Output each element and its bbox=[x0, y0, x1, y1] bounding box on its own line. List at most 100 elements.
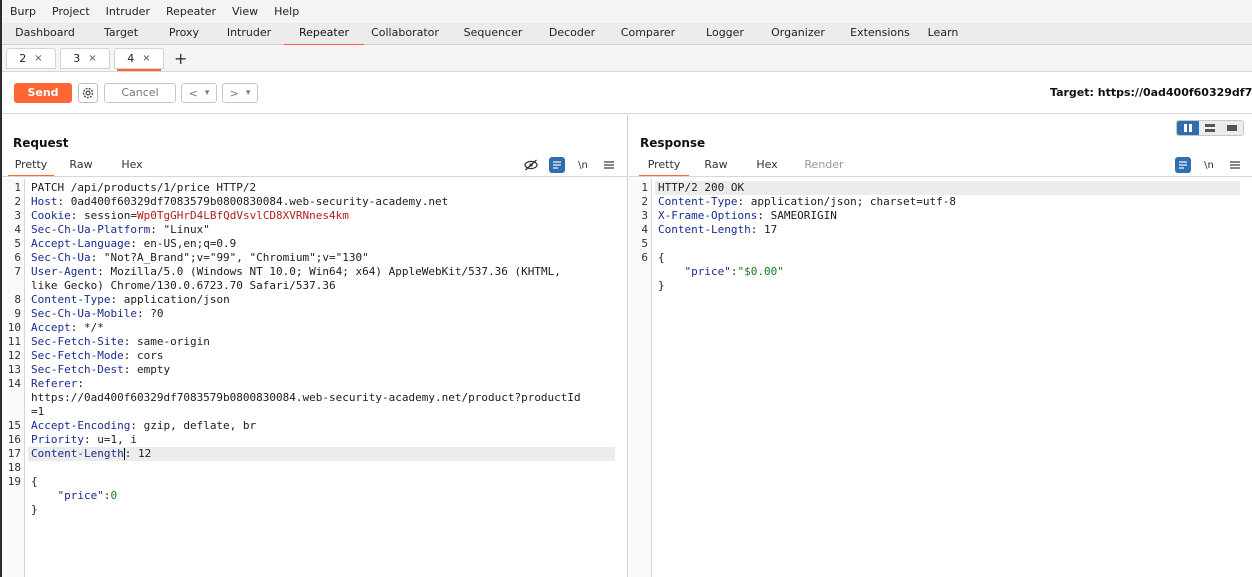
settings-button[interactable] bbox=[78, 83, 98, 103]
line-number: 6 bbox=[641, 251, 648, 264]
code-line: 13 Sec-Fetch-Dest: empty bbox=[2, 363, 627, 377]
tab-sequencer[interactable]: Sequencer bbox=[446, 23, 540, 45]
add-tab-button[interactable]: + bbox=[174, 49, 187, 68]
tab-comparer[interactable]: Comparer bbox=[604, 23, 692, 45]
line-value: : same-origin bbox=[123, 335, 210, 348]
line-text: X-Frame-Options: SAMEORIGIN bbox=[658, 209, 837, 223]
line-value: : application/json bbox=[110, 293, 230, 306]
line-number: 12 bbox=[7, 349, 21, 362]
code-line: 6{ bbox=[629, 251, 1252, 265]
tab-raw[interactable]: Raw bbox=[689, 156, 743, 176]
tab-collaborator[interactable]: Collaborator bbox=[364, 23, 446, 45]
line-number: 8 bbox=[14, 293, 21, 306]
line-value: : session= bbox=[70, 209, 137, 222]
repeater-tab[interactable]: 3 × bbox=[60, 47, 110, 69]
line-value: : bbox=[77, 377, 84, 390]
cancel-button[interactable]: Cancel bbox=[104, 83, 176, 103]
target-url[interactable]: Target: https://0ad400f60329df7083579 bbox=[1050, 86, 1252, 99]
line-number: 7 bbox=[14, 265, 21, 278]
line-text: Sec-Ch-Ua-Platform: "Linux" bbox=[31, 223, 210, 237]
tab-logger[interactable]: Logger bbox=[692, 23, 758, 45]
code-line: 1 HTTP/2 200 OK bbox=[629, 181, 1252, 195]
menu-view[interactable]: View bbox=[232, 5, 258, 18]
tab-repeater[interactable]: Repeater bbox=[284, 23, 364, 46]
header-name: Cookie bbox=[31, 209, 71, 222]
line-text: "price":0 bbox=[31, 489, 118, 503]
header-name: X-Frame-Options bbox=[658, 209, 758, 222]
hide-icon[interactable] bbox=[523, 157, 539, 173]
line-text: HTTP/2 200 OK bbox=[658, 181, 744, 195]
tab-dashboard[interactable]: Dashboard bbox=[2, 23, 88, 45]
send-button[interactable]: Send bbox=[14, 83, 72, 103]
line-text: Referer: bbox=[31, 377, 84, 391]
line-text: like Gecko) Chrome/130.0.6723.70 Safari/… bbox=[31, 279, 336, 293]
header-name: Sec-Ch-Ua bbox=[31, 251, 91, 264]
line-value: } bbox=[658, 279, 665, 292]
menu-help[interactable]: Help bbox=[274, 5, 299, 18]
code-line: 6 Sec-Ch-Ua: "Not?A_Brand";v="99", "Chrom… bbox=[2, 251, 627, 265]
menu-project[interactable]: Project bbox=[52, 5, 90, 18]
tab-render[interactable]: Render bbox=[791, 156, 857, 176]
wrap-lines-icon[interactable] bbox=[549, 157, 565, 173]
tab-raw[interactable]: Raw bbox=[54, 156, 108, 176]
tab-extensions[interactable]: Extensions bbox=[838, 23, 922, 45]
code-line: "price":0 bbox=[2, 489, 627, 503]
line-number: 5 bbox=[641, 237, 648, 250]
forward-button[interactable]: > ▾ bbox=[222, 83, 258, 103]
json-key: "price" bbox=[57, 489, 104, 502]
code-line: 12 Sec-Fetch-Mode: cors bbox=[2, 349, 627, 363]
tab-organizer[interactable]: Organizer bbox=[758, 23, 838, 45]
menu-icon[interactable] bbox=[601, 157, 617, 173]
header-name: Content-Length bbox=[658, 223, 751, 236]
tab-hex[interactable]: Hex bbox=[743, 156, 791, 176]
newline-icon[interactable]: \n bbox=[575, 157, 591, 173]
code-line: 5 bbox=[629, 237, 1252, 251]
line-text: Content-Type: application/json; charset=… bbox=[658, 195, 956, 209]
line-value: : cors bbox=[123, 349, 164, 362]
line-text: { bbox=[658, 251, 665, 265]
line-text: Sec-Ch-Ua-Mobile: ?0 bbox=[31, 307, 163, 321]
repeater-tab-label: 2 bbox=[19, 51, 27, 65]
response-title: Response bbox=[640, 136, 706, 150]
response-pane: Response Pretty Raw Hex Render \n 1 HTTP/… bbox=[629, 115, 1252, 577]
tab-pretty[interactable]: Pretty bbox=[8, 156, 54, 177]
line-number: 1 bbox=[14, 181, 21, 194]
back-button[interactable]: < ▾ bbox=[181, 83, 217, 103]
newline-icon[interactable]: \n bbox=[1201, 157, 1217, 173]
line-value: : empty bbox=[123, 363, 171, 376]
tab-target[interactable]: Target bbox=[88, 23, 154, 45]
top-bottom-layout-icon[interactable] bbox=[1199, 121, 1221, 135]
close-icon[interactable]: × bbox=[142, 53, 150, 64]
close-icon[interactable]: × bbox=[34, 53, 42, 64]
json-value: "$0.00" bbox=[737, 265, 784, 278]
request-editor[interactable]: 1 PATCH /api/products/1/price HTTP/2 2 Host… bbox=[2, 179, 627, 577]
tab-learn[interactable]: Learn bbox=[922, 23, 964, 45]
side-by-side-layout-icon[interactable] bbox=[1177, 121, 1199, 135]
tab-hex[interactable]: Hex bbox=[108, 156, 156, 176]
line-value: : en-US,en;q=0.9 bbox=[130, 237, 237, 250]
menu-icon[interactable] bbox=[1227, 157, 1243, 173]
tab-pretty[interactable]: Pretty bbox=[639, 156, 689, 177]
repeater-tab-active[interactable]: 4 × bbox=[114, 47, 164, 71]
menu-repeater[interactable]: Repeater bbox=[166, 5, 216, 18]
close-icon[interactable]: × bbox=[88, 53, 96, 64]
tabs-layout-icon[interactable] bbox=[1221, 121, 1243, 135]
header-name: Sec-Fetch-Mode bbox=[31, 349, 124, 362]
code-line: 2 Content-Type: application/json; charset… bbox=[629, 195, 1252, 209]
tab-intruder[interactable]: Intruder bbox=[214, 23, 284, 45]
code-line: 18 bbox=[2, 461, 627, 475]
header-name: Content-Type bbox=[31, 293, 111, 306]
response-editor[interactable]: 1 HTTP/2 200 OK 2 Content-Type: application… bbox=[629, 179, 1252, 577]
repeater-tab[interactable]: 2 × bbox=[6, 47, 56, 69]
line-number: 10 bbox=[7, 321, 21, 334]
tab-proxy[interactable]: Proxy bbox=[154, 23, 214, 45]
line-number: 19 bbox=[7, 475, 21, 488]
line-value: : "Linux" bbox=[150, 223, 210, 236]
menu-intruder[interactable]: Intruder bbox=[106, 5, 150, 18]
wrap-lines-icon[interactable] bbox=[1175, 157, 1191, 173]
line-text: PATCH /api/products/1/price HTTP/2 bbox=[31, 181, 256, 195]
request-title: Request bbox=[13, 136, 69, 150]
line-text: User-Agent: Mozilla/5.0 (Windows NT 10.0… bbox=[31, 265, 561, 279]
tab-decoder[interactable]: Decoder bbox=[540, 23, 604, 45]
menu-burp[interactable]: Burp bbox=[10, 5, 36, 18]
